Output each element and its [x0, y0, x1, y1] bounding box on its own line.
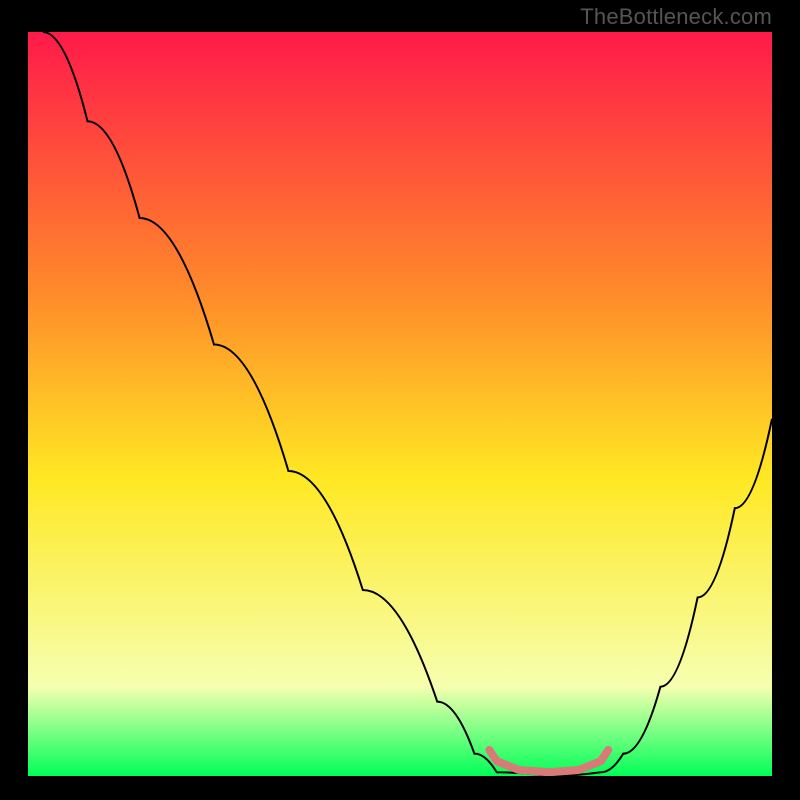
bottleneck-chart	[28, 32, 772, 776]
gradient-background	[28, 32, 772, 776]
chart-container: TheBottleneck.com	[0, 0, 800, 800]
watermark-text: TheBottleneck.com	[580, 4, 772, 30]
